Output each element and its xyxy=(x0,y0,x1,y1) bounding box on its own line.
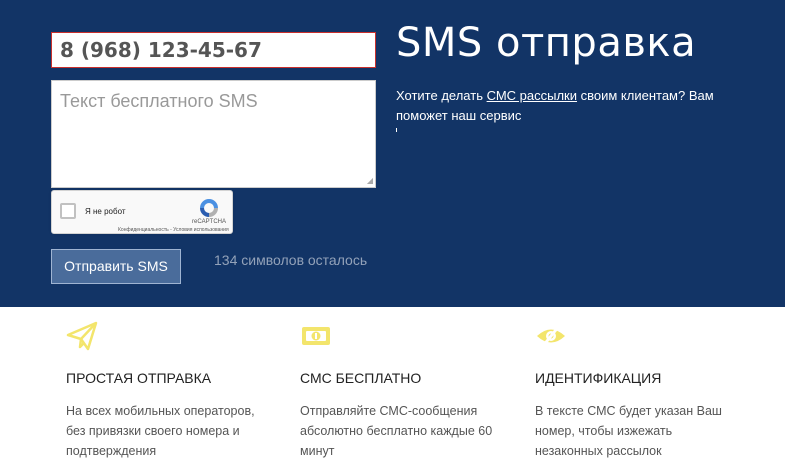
recaptcha-links[interactable]: Конфиденциальность - Условия использован… xyxy=(118,227,229,233)
recaptcha-logo-icon xyxy=(200,199,218,217)
money-icon xyxy=(302,327,330,345)
sms-mailing-link[interactable]: СМС рассылки xyxy=(487,88,577,103)
page-title: SMS отправка xyxy=(396,20,697,66)
feature-text: На всех мобильных операторов, без привяз… xyxy=(66,404,255,458)
feature-text: Отправляйте СМС-сообщения абсолютно бесп… xyxy=(300,404,493,458)
captcha-checkbox[interactable] xyxy=(60,203,76,219)
resize-handle-icon[interactable]: ◢ xyxy=(367,177,373,185)
hero-description: Хотите делать СМС рассылки своим клиента… xyxy=(396,86,726,126)
eye-icon xyxy=(537,325,565,347)
feature-title: СМС БЕСПЛАТНО xyxy=(300,370,422,386)
decorative-tick xyxy=(396,128,397,132)
feature-title: ПРОСТАЯ ОТПРАВКА xyxy=(66,370,212,386)
desc-text-before: Хотите делать xyxy=(396,88,487,103)
chars-remaining: 134 символов осталось xyxy=(214,252,368,268)
recaptcha-widget: Я не робот reCAPTCHA Конфиденциальность … xyxy=(51,190,233,234)
hero-section: 8 (968) 123-45-67 Текст бесплатного SMS … xyxy=(0,0,785,307)
recaptcha-brand: reCAPTCHA xyxy=(192,219,227,225)
send-sms-button[interactable]: Отправить SMS xyxy=(51,249,181,284)
paper-plane-icon xyxy=(66,321,98,351)
captcha-label: Я не робот xyxy=(85,207,126,216)
message-textarea[interactable]: Текст бесплатного SMS ◢ xyxy=(51,80,376,188)
message-placeholder: Текст бесплатного SMS xyxy=(60,91,258,111)
feature-text: В тексте СМС будет указан Ваш номер, что… xyxy=(535,404,722,458)
feature-title: ИДЕНТИФИКАЦИЯ xyxy=(535,370,662,386)
phone-input[interactable]: 8 (968) 123-45-67 xyxy=(51,32,376,68)
